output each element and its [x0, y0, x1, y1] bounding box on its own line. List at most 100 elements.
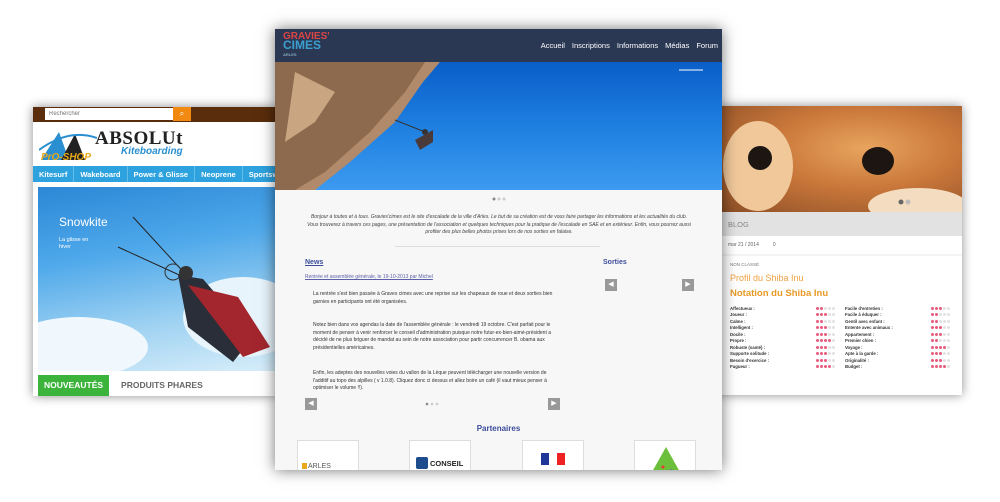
hero-banner[interactable]: Snowkite La glisse en hiver	[38, 187, 277, 371]
rating-dot	[935, 345, 938, 349]
news-next-button[interactable]: ▶	[548, 398, 560, 410]
tab-nouveautes[interactable]: NOUVEAUTÉS	[38, 375, 110, 396]
rating-dot	[943, 326, 946, 330]
menu-item-informations[interactable]: Informations	[617, 41, 658, 50]
chevron-left-icon: ◀	[308, 400, 314, 407]
partner-logo-republique[interactable]	[522, 440, 584, 470]
rating-dot	[931, 319, 934, 323]
rating-dot	[947, 358, 950, 362]
tab-produits-phares[interactable]: PRODUITS PHARES	[109, 375, 215, 396]
rating-dots	[816, 306, 835, 310]
logo-text-kiteboarding: Kiteboarding	[121, 146, 183, 157]
rating-dot	[931, 358, 934, 362]
rating-dot	[947, 313, 950, 317]
rating-dot	[816, 358, 819, 362]
rating-dots	[931, 326, 950, 330]
news-paragraph-2: Notez bien dans vos agendas la date de l…	[313, 322, 552, 351]
sorties-prev-button[interactable]: ◀	[605, 279, 617, 291]
rating-label: Originalité :	[845, 357, 869, 363]
menu-item-forum[interactable]: Forum	[696, 41, 718, 50]
rating-dots	[816, 345, 835, 349]
rating-label: Propre :	[730, 338, 747, 344]
rating-dot	[832, 365, 835, 369]
rating-dot	[931, 345, 934, 349]
nav-item-power-glisse[interactable]: Power & Glisse	[128, 166, 196, 182]
news-heading[interactable]: News	[305, 259, 323, 266]
site-logo[interactable]: ABSOLUt Kiteboarding PrO-SHOP	[33, 122, 277, 166]
rating-label: Entente avec animaux :	[845, 325, 893, 331]
rating-dot	[931, 313, 934, 317]
rating-dot	[947, 352, 950, 356]
rating-label: Budget :	[845, 364, 863, 370]
rating-dot	[828, 365, 831, 369]
rating-dot	[820, 339, 823, 343]
product-tabs: NOUVEAUTÉS PRODUITS PHARES	[38, 375, 277, 396]
nav-item-sportswear[interactable]: Sportswear	[243, 166, 277, 182]
rating-label: Intelligent :	[730, 325, 753, 331]
rating-dot	[943, 306, 946, 310]
partner-logo-green[interactable]	[634, 440, 696, 470]
rating-dot	[816, 332, 819, 336]
site-logo[interactable]: GRAVIES' CIMES ARLES	[283, 32, 330, 59]
search-input[interactable]	[45, 108, 173, 120]
rating-dot	[935, 339, 938, 343]
news-paragraph-1: La rentrée s'est bien passée à Graves ci…	[313, 291, 553, 305]
post-date: mar 21 / 2014	[728, 242, 759, 248]
rating-dots	[931, 339, 950, 343]
rating-dot	[935, 319, 938, 323]
rating-dot	[832, 352, 835, 356]
partner-logo-arles[interactable]: ARLES	[297, 440, 359, 470]
nav-item-wakeboard[interactable]: Wakeboard	[74, 166, 128, 182]
news-prev-button[interactable]: ◀	[305, 398, 317, 410]
rating-dot	[824, 332, 827, 336]
rating-dot	[832, 313, 835, 317]
news-pager-dots[interactable]	[423, 401, 443, 407]
rating-dot	[816, 365, 819, 369]
post-meta: mar 21 / 2014 0	[718, 236, 962, 254]
rating-dot	[943, 345, 946, 349]
rating-dot	[820, 319, 823, 323]
hero-slider[interactable]	[275, 62, 722, 190]
rating-dots	[816, 352, 835, 356]
rating-dot	[832, 358, 835, 362]
rating-dot	[828, 326, 831, 330]
slider-dots[interactable]	[275, 190, 722, 201]
rating-column-left: Affectueux : Joueur : Calme : Intelligent :…	[730, 305, 835, 370]
rating-dot	[824, 345, 827, 349]
rating-dot	[824, 326, 827, 330]
rating-dot	[931, 365, 934, 369]
post-category[interactable]: NON CLASSÉ	[730, 262, 950, 267]
post-title[interactable]: Profil du Shiba Inu	[730, 273, 950, 283]
rating-dot	[939, 319, 942, 323]
sorties-next-button[interactable]: ▶	[682, 279, 694, 291]
top-bar: ⌕	[33, 107, 277, 122]
chevron-right-icon: ▶	[551, 400, 557, 407]
rating-dot	[943, 313, 946, 317]
rating-dot	[947, 339, 950, 343]
rating-dots	[931, 365, 950, 369]
rating-label: Docile :	[730, 331, 746, 337]
menu-item-accueil[interactable]: Accueil	[541, 41, 565, 50]
shiba-photo	[718, 106, 962, 212]
climbing-club-screenshot: GRAVIES' CIMES ARLES Accueil Inscription…	[275, 29, 722, 470]
rating-dot	[820, 365, 823, 369]
menu-item-inscriptions[interactable]: Inscriptions	[572, 41, 610, 50]
rating-dots	[931, 352, 950, 356]
comment-count[interactable]: 0	[773, 242, 776, 248]
rating-dot	[832, 306, 835, 310]
rating-dots	[931, 345, 950, 349]
rating-dot	[832, 326, 835, 330]
rating-dot	[943, 339, 946, 343]
divider	[395, 246, 600, 247]
rating-dot	[828, 306, 831, 310]
nav-item-kitesurf[interactable]: Kitesurf	[33, 166, 75, 182]
menu-item-medias[interactable]: Médias	[665, 41, 689, 50]
news-article-link[interactable]: Rentrée et assemblée générale, le 19-10-…	[305, 274, 433, 280]
partner-logo-conseil-text: CONSEIL	[430, 459, 464, 468]
rating-dot	[820, 313, 823, 317]
nav-item-neoprene[interactable]: Neoprene	[195, 166, 243, 182]
search-button[interactable]: ⌕	[173, 107, 191, 121]
rating-dot	[816, 326, 819, 330]
rating-dot	[824, 339, 827, 343]
partner-logo-conseil[interactable]: CONSEIL	[409, 440, 471, 470]
